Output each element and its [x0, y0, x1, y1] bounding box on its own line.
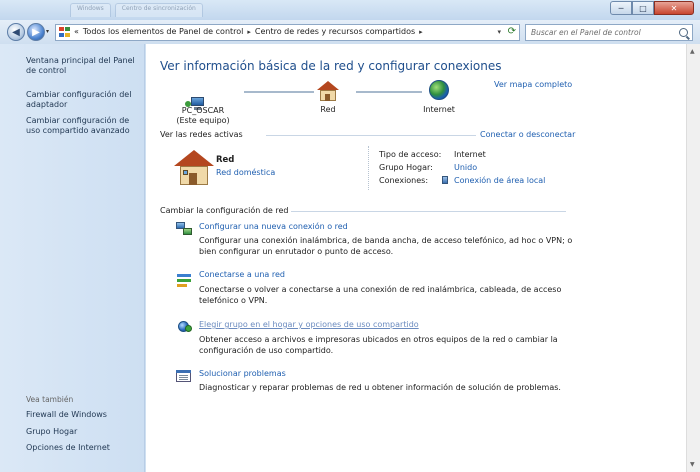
minimize-button[interactable]: ─ — [610, 1, 632, 15]
sidebar: Ventana principal del Panel de control C… — [0, 44, 145, 472]
lan-connection-icon — [442, 176, 448, 184]
task-troubleshoot-desc: Diagnosticar y reparar problemas de red … — [199, 383, 561, 392]
search-icon[interactable] — [679, 28, 688, 37]
back-button[interactable]: ◀ — [7, 23, 25, 41]
refresh-icon[interactable]: ⟳ — [508, 26, 516, 37]
sidebar-link-adapter-settings[interactable]: Cambiar configuración del adaptador — [26, 90, 141, 110]
troubleshoot-icon — [176, 369, 192, 383]
main-panel: Ver información básica de la red y confi… — [146, 44, 700, 472]
sidebar-link-control-panel-home[interactable]: Ventana principal del Panel de control — [26, 56, 141, 76]
window-controls: ─ □ ✕ — [610, 1, 694, 15]
breadcrumb-network-center[interactable]: Centro de redes y recursos compartidos — [255, 27, 415, 36]
see-also-heading: Vea también — [26, 395, 74, 404]
sidebar-link-internet-options[interactable]: Opciones de Internet — [26, 443, 141, 453]
forward-button[interactable]: ▶ — [27, 23, 45, 41]
home-network-large-icon[interactable] — [174, 150, 214, 186]
maximize-button[interactable]: □ — [632, 1, 654, 15]
connect-disconnect-link[interactable]: Conectar o desconectar — [480, 130, 575, 139]
new-connection-icon — [176, 222, 192, 236]
task-homegroup-sharing-desc: Obtener acceso a archivos e impresoras u… — [199, 335, 558, 355]
homegroup-value-link[interactable]: Unido — [454, 163, 477, 172]
task-new-connection-link[interactable]: Configurar una nueva conexión o red — [199, 222, 348, 231]
address-row: ◀ ▶ ▾ « Todos los elementos de Panel de … — [0, 20, 700, 44]
section-divider — [291, 211, 566, 212]
task-troubleshoot-link[interactable]: Solucionar problemas — [199, 369, 286, 378]
internet-globe-icon[interactable] — [429, 80, 449, 100]
section-divider — [266, 135, 476, 136]
info-divider — [368, 146, 369, 190]
close-button[interactable]: ✕ — [654, 1, 694, 15]
task-new-connection-desc: Configurar una conexión inalámbrica, de … — [199, 236, 573, 256]
forward-arrow-icon: ▶ — [32, 26, 40, 38]
task-connect-network-link[interactable]: Conectarse a una red — [199, 270, 285, 279]
homegroup-label: Grupo Hogar: — [379, 163, 433, 172]
title-bar: Windows Centro de sincronización ─ □ ✕ — [0, 0, 700, 20]
connect-network-icon — [176, 272, 192, 287]
control-panel-icon — [59, 27, 71, 38]
ghost-tab: Windows — [70, 3, 111, 17]
map-connection-line — [244, 91, 314, 93]
map-computer-sub: (Este equipo) — [176, 116, 230, 125]
connections-label: Conexiones: — [379, 176, 429, 185]
sidebar-link-homegroup[interactable]: Grupo Hogar — [26, 427, 141, 437]
change-settings-heading: Cambiar la configuración de red — [160, 206, 289, 215]
address-dropdown-icon[interactable]: ▾ — [497, 28, 501, 36]
recent-pages-dropdown-icon[interactable]: ▾ — [46, 28, 49, 35]
lan-connection-link[interactable]: Conexión de área local — [454, 176, 545, 185]
breadcrumb-all-items[interactable]: Todos los elementos de Panel de control — [83, 27, 243, 36]
active-network-name: Red — [216, 155, 235, 165]
search-placeholder: Buscar en el Panel de control — [531, 28, 641, 37]
breadcrumb: « Todos los elementos de Panel de contro… — [74, 27, 423, 36]
page-title: Ver información básica de la red y confi… — [160, 59, 502, 73]
access-type-value: Internet — [454, 150, 486, 159]
scroll-up-icon[interactable]: ▲ — [690, 48, 695, 55]
breadcrumb-separator-icon[interactable]: ▸ — [247, 28, 251, 36]
home-network-icon[interactable] — [317, 81, 339, 101]
map-computer-name: PC_OSCAR — [181, 106, 225, 115]
full-map-link[interactable]: Ver mapa completo — [494, 80, 572, 89]
vertical-scrollbar[interactable]: ▲ ▼ — [686, 44, 700, 472]
breadcrumb-overflow[interactable]: « — [74, 27, 79, 36]
breadcrumb-separator-icon[interactable]: ▸ — [419, 28, 423, 36]
back-arrow-icon: ◀ — [12, 26, 20, 38]
sidebar-link-firewall[interactable]: Firewall de Windows — [26, 410, 141, 420]
scroll-down-icon[interactable]: ▼ — [690, 461, 695, 468]
network-type-link[interactable]: Red doméstica — [216, 168, 275, 177]
task-homegroup-sharing-link[interactable]: Elegir grupo en el hogar y opciones de u… — [199, 320, 419, 329]
sidebar-link-advanced-sharing[interactable]: Cambiar configuración de uso compartido … — [26, 116, 141, 136]
task-connect-network-desc: Conectarse o volver a conectarse a una c… — [199, 285, 562, 305]
address-bar[interactable]: « Todos los elementos de Panel de contro… — [55, 24, 520, 41]
access-type-label: Tipo de acceso: — [379, 150, 442, 159]
homegroup-sharing-icon — [176, 319, 192, 333]
search-input[interactable]: Buscar en el Panel de control — [525, 24, 693, 41]
ghost-tab: Centro de sincronización — [114, 3, 203, 17]
map-connection-line — [356, 91, 422, 93]
map-internet-label: Internet — [423, 105, 455, 114]
map-network-label: Red — [320, 105, 336, 114]
active-networks-heading: Ver las redes activas — [160, 130, 243, 139]
title-bar-ghost-tabs: Windows Centro de sincronización — [70, 3, 270, 17]
